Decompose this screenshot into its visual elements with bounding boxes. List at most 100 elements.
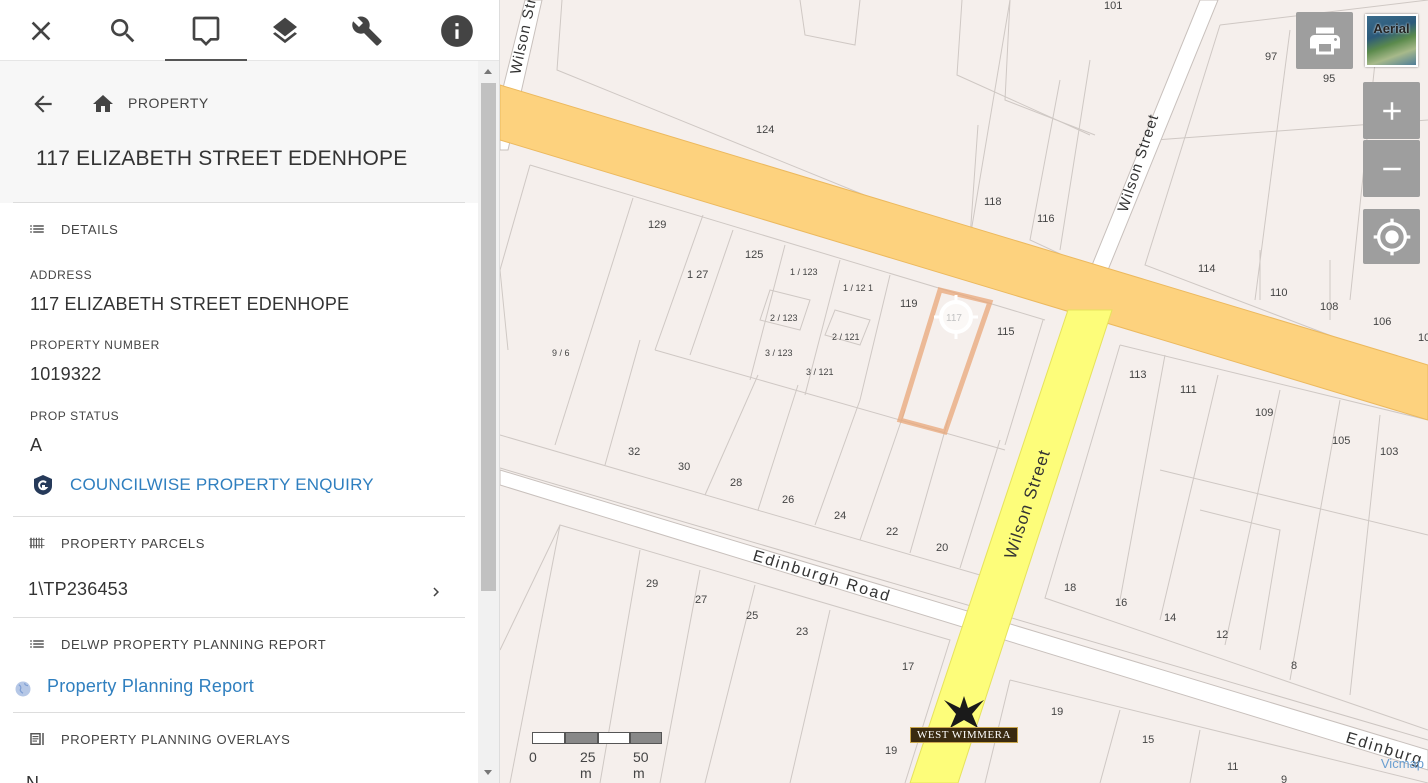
search-icon [111, 18, 135, 42]
lot-label: 26 [782, 494, 794, 506]
lot-label: 12 [1216, 629, 1228, 641]
lot-label: 25 [746, 610, 758, 622]
lot-label: 113 [1129, 369, 1147, 381]
scale-label-0: 0 [529, 749, 537, 765]
planning-report-link[interactable]: Property Planning Report [47, 676, 254, 697]
prop-status-value: A [30, 435, 43, 455]
details-header: DETAILS [28, 203, 118, 255]
overlays-icon [30, 733, 44, 745]
search-button[interactable] [82, 0, 164, 61]
info-button[interactable] [416, 0, 498, 61]
scroll-down-arrow[interactable] [484, 770, 492, 775]
lot-label: 16 [1115, 597, 1127, 609]
lot-label: 110 [1270, 287, 1288, 299]
map-attribution[interactable]: Vicmap [1381, 756, 1424, 771]
map-canvas[interactable]: Wilson Street Wilson Street Wilson Stree… [500, 0, 1428, 783]
overlays-heading: PROPERTY PLANNING OVERLAYS [61, 731, 291, 747]
street-label-wilson-ne: Wilson Street [1115, 112, 1163, 214]
breadcrumb: PROPERTY [128, 95, 209, 111]
lot-label: 32 [628, 446, 640, 458]
lot-label: 15 [1142, 734, 1154, 746]
comment-icon [192, 16, 220, 46]
selected-location-marker-icon [934, 295, 978, 339]
aerial-label: Aerial [1373, 21, 1410, 36]
zoom-in-button[interactable] [1363, 82, 1420, 139]
gps-target-icon [1373, 218, 1410, 255]
lot-label: 97 [1265, 51, 1277, 63]
aerial-basemap-toggle[interactable]: Aerial [1365, 14, 1418, 67]
lot-label: 14 [1164, 612, 1176, 624]
lot-label: 108 [1320, 301, 1338, 313]
property-number-value: 1019322 [30, 364, 102, 384]
print-button[interactable] [1296, 12, 1353, 69]
back-arrow-icon[interactable] [30, 91, 56, 117]
scroll-up-arrow[interactable] [484, 69, 492, 74]
logo-text: WEST WIMMERA [917, 729, 1011, 741]
wrench-icon [352, 15, 382, 46]
lot-label: 19 [1051, 706, 1063, 718]
lot-label: 119 [900, 298, 918, 310]
comment-tab-button[interactable] [165, 0, 247, 61]
lot-label: 9 [1281, 774, 1287, 783]
property-details-scroll[interactable]: PROPERTY 117 ELIZABETH STREET EDENHOPE D… [0, 61, 478, 783]
lot-label: 23 [796, 626, 808, 638]
lot-label: 24 [834, 510, 846, 522]
minus-icon [1382, 167, 1401, 170]
lot-label: 1 / 12 1 [843, 283, 873, 293]
property-number-label: PROPERTY NUMBER [30, 338, 160, 352]
lot-label: 10 [1418, 332, 1428, 344]
lot-label: 3 / 121 [806, 367, 834, 377]
lot-label: 8 [1291, 660, 1297, 672]
lot-label: 129 [648, 219, 666, 231]
parcel-item[interactable]: 1\TP236453 [28, 579, 128, 600]
lot-label: 11 [1227, 761, 1238, 773]
parcels-heading: PROPERTY PARCELS [61, 535, 205, 551]
lot-label: 9 / 6 [552, 348, 570, 358]
parcels-header: PROPERTY PARCELS [28, 517, 205, 569]
councilwise-enquiry-link[interactable]: COUNCILWISE PROPERTY ENQUIRY [70, 475, 374, 495]
scale-label-50: 50 m [633, 749, 649, 781]
zoom-out-button[interactable] [1363, 140, 1420, 197]
tools-button[interactable] [326, 0, 408, 61]
toolbar [0, 0, 499, 61]
overlays-header: PROPERTY PLANNING OVERLAYS [28, 713, 290, 765]
side-panel: PROPERTY 117 ELIZABETH STREET EDENHOPE D… [0, 0, 500, 783]
globe-icon [15, 681, 31, 697]
lot-label: 17 [902, 661, 914, 673]
scroll-thumb[interactable] [481, 83, 496, 591]
lot-label: 105 [1332, 435, 1350, 447]
home-icon [93, 95, 113, 112]
lot-label: 115 [997, 326, 1015, 338]
list-icon [30, 640, 44, 648]
layers-icon [273, 17, 297, 43]
locate-me-button[interactable] [1363, 209, 1420, 264]
lot-label: 1 27 [687, 269, 708, 281]
map-view[interactable]: Wilson Street Wilson Street Wilson Stree… [500, 0, 1428, 783]
lot-label: 124 [756, 124, 774, 136]
details-heading: DETAILS [61, 221, 119, 237]
scale-label-25: 25 m [580, 749, 596, 781]
page-title: 117 ELIZABETH STREET EDENHOPE [36, 147, 408, 170]
close-button[interactable] [0, 0, 82, 61]
address-value: 117 ELIZABETH STREET EDENHOPE [30, 294, 350, 314]
west-wimmera-logo: WEST WIMMERA [910, 694, 1018, 748]
parcels-grid-icon [29, 537, 45, 549]
panel-scrollbar[interactable] [478, 61, 499, 783]
councilwise-logo-icon [32, 474, 54, 496]
lot-label: 2 / 121 [832, 332, 860, 342]
lot-label: 114 [1198, 263, 1216, 275]
lot-label: 30 [678, 461, 690, 473]
lot-label: 125 [745, 249, 763, 261]
list-icon [30, 225, 44, 233]
lot-label: 109 [1255, 407, 1273, 419]
address-label: ADDRESS [30, 268, 93, 282]
overlays-partial-value: N [26, 773, 40, 783]
lot-label: 27 [695, 594, 707, 606]
layers-button[interactable] [244, 0, 326, 61]
overlays-section: PROPERTY PLANNING OVERLAYS N [13, 712, 465, 783]
chevron-right-icon[interactable] [427, 581, 445, 603]
lot-label: 3 / 123 [765, 348, 793, 358]
lot-label: 19 [885, 745, 897, 757]
lot-label: 111 [1180, 384, 1197, 396]
lot-label: 116 [1037, 213, 1055, 225]
